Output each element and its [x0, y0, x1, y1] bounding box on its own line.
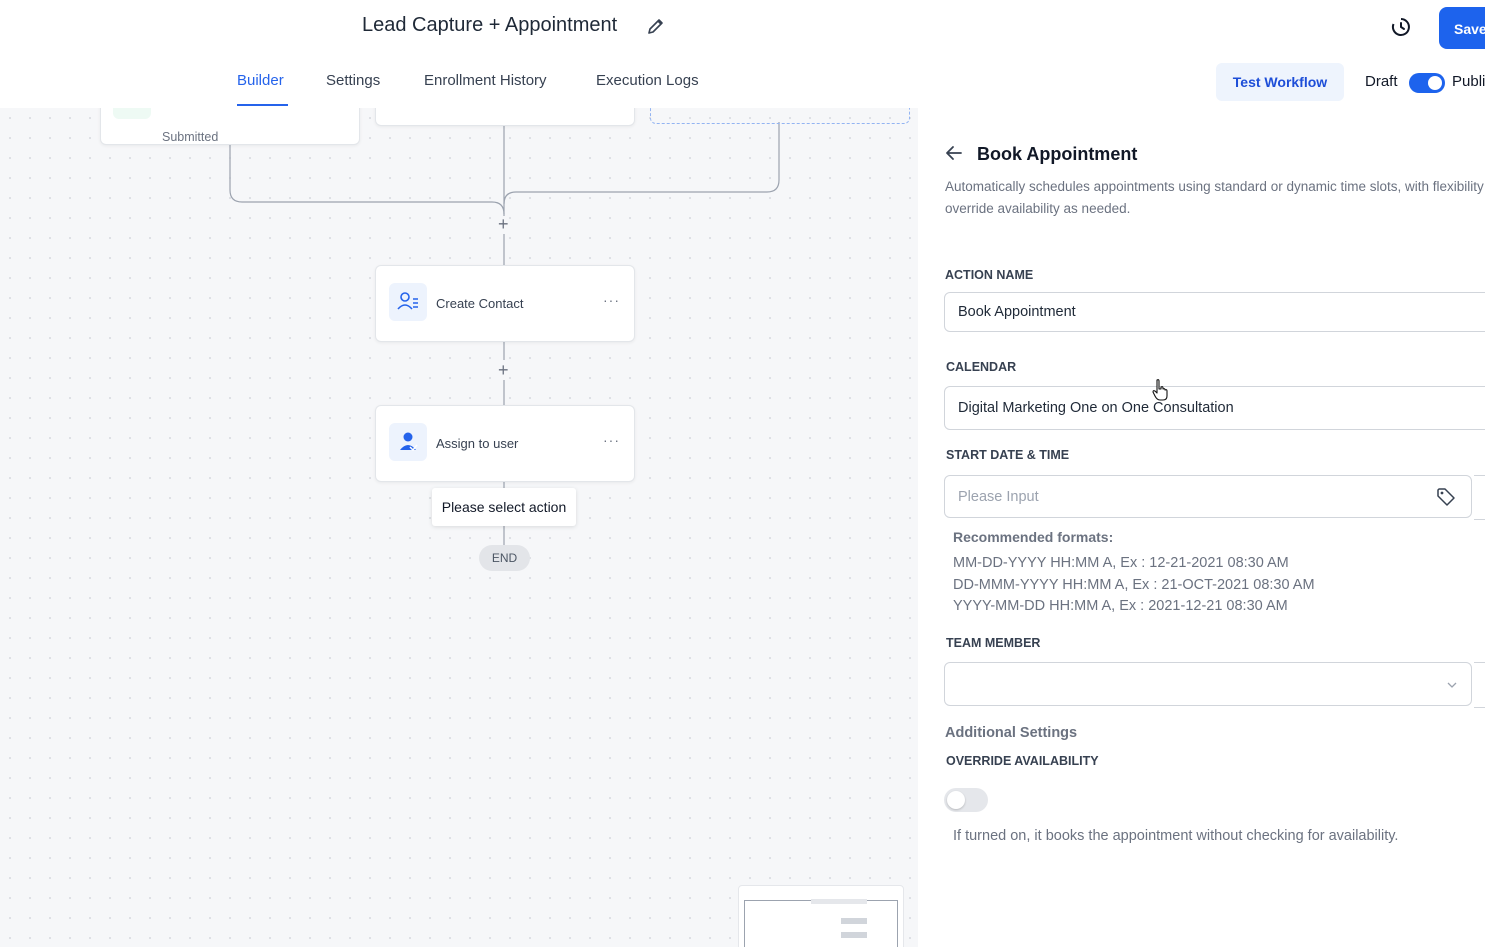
back-arrow-icon[interactable] [945, 144, 963, 162]
override-availability-label: OVERRIDE AVAILABILITY [946, 754, 1099, 768]
minimap-node [841, 932, 867, 938]
trigger-card-2[interactable] [375, 108, 635, 126]
tab-bar: Builder Settings Enrollment History Exec… [0, 56, 1485, 109]
add-trigger-placeholder[interactable] [650, 108, 910, 124]
override-availability-toggle[interactable] [944, 788, 988, 812]
additional-settings-heading: Additional Settings [945, 725, 1078, 741]
start-date-label: START DATE & TIME [946, 448, 1070, 462]
assign-user-icon [389, 423, 427, 461]
start-date-input[interactable]: Please Input [944, 475, 1472, 518]
tab-enrollment-history[interactable]: Enrollment History [424, 72, 547, 89]
active-tab-indicator [237, 104, 288, 106]
top-bar: Lead Capture + Appointment Save [0, 0, 1485, 57]
minimap[interactable] [738, 885, 904, 947]
start-date-addon[interactable] [1474, 475, 1485, 520]
chevron-down-icon [1446, 678, 1458, 690]
minimap-node [811, 899, 867, 904]
formats-heading: Recommended formats: [953, 529, 1114, 545]
action-settings-panel: Book Appointment Automatically schedules… [918, 108, 1485, 947]
mouse-cursor-icon [1151, 378, 1171, 402]
edit-icon[interactable] [646, 16, 666, 36]
action-name-input[interactable]: Book Appointment [944, 292, 1485, 332]
draft-label: Draft [1365, 73, 1398, 90]
panel-title: Book Appointment [977, 144, 1138, 164]
add-step-plus-2[interactable]: + [498, 360, 509, 381]
team-member-select[interactable] [944, 662, 1472, 706]
test-workflow-button[interactable]: Test Workflow [1216, 63, 1344, 101]
trigger-caption: Submitted [162, 130, 219, 144]
end-marker: END [479, 545, 530, 571]
workflow-title: Lead Capture + Appointment [362, 14, 618, 36]
history-icon[interactable] [1389, 15, 1413, 39]
connector-lines [229, 122, 780, 545]
minimap-node [841, 918, 867, 924]
tab-execution-logs[interactable]: Execution Logs [596, 72, 699, 89]
team-member-label: TEAM MEMBER [946, 636, 1041, 650]
workflow-canvas[interactable]: Submitted + Create Contact ··· + Assign … [0, 108, 918, 947]
node-label: Create Contact [436, 296, 524, 311]
node-assign-to-user[interactable]: Assign to user ··· [375, 405, 635, 482]
trigger-icon [113, 108, 151, 119]
tab-builder[interactable]: Builder [237, 72, 284, 89]
node-more-icon[interactable]: ··· [603, 292, 620, 308]
format-line: YYYY-MM-DD HH:MM A, Ex : 2021-12-21 08:3… [953, 598, 1288, 614]
panel-description: Automatically schedules appointments usi… [945, 179, 1485, 216]
node-more-icon[interactable]: ··· [603, 432, 620, 448]
node-create-contact[interactable]: Create Contact ··· [375, 265, 635, 342]
trigger-card[interactable]: Submitted [100, 108, 360, 145]
format-line: MM-DD-YYYY HH:MM A, Ex : 12-21-2021 08:3… [953, 555, 1289, 571]
add-step-plus-1[interactable]: + [498, 214, 509, 235]
action-name-label: ACTION NAME [945, 268, 1034, 282]
tag-icon[interactable] [1436, 487, 1456, 507]
publish-toggle[interactable] [1409, 73, 1445, 93]
tab-settings[interactable]: Settings [326, 72, 380, 89]
node-label: Assign to user [436, 436, 519, 451]
select-action-tooltip: Please select action [432, 488, 576, 526]
override-help-text: If turned on, it books the appointment w… [953, 828, 1399, 844]
format-line: DD-MMM-YYYY HH:MM A, Ex : 21-OCT-2021 08… [953, 577, 1315, 593]
calendar-select[interactable]: Digital Marketing One on One Consultatio… [944, 386, 1485, 430]
team-member-addon[interactable] [1474, 662, 1485, 708]
minimap-viewport[interactable] [744, 900, 898, 947]
save-button[interactable]: Save [1439, 7, 1485, 49]
publish-label: Publish [1452, 73, 1485, 90]
contact-list-icon [389, 283, 427, 321]
calendar-label: CALENDAR [946, 360, 1017, 374]
